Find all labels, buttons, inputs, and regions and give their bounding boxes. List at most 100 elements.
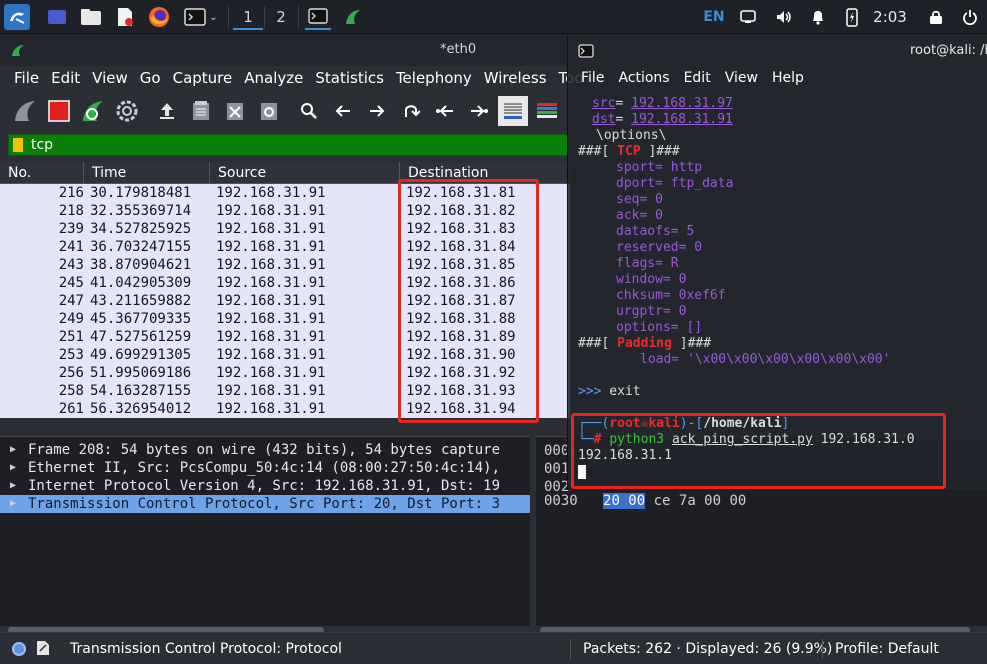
cell-time: 36.703247155 (90, 239, 192, 255)
taskbar-divider (264, 6, 265, 28)
edit-comment-icon[interactable] (36, 640, 50, 660)
expand-arrow-icon[interactable]: ▶ (10, 477, 16, 495)
menu-wireless[interactable]: Wireless (478, 66, 553, 90)
display-filter-bar[interactable]: tcp (8, 134, 568, 156)
column-source[interactable]: Source (210, 162, 400, 184)
go-back-arrow-icon[interactable] (328, 96, 358, 126)
menu-statistics[interactable]: Statistics (309, 66, 390, 90)
line-chksum: chksum= 0xef6f (616, 288, 726, 303)
show-desktop-icon[interactable] (44, 4, 70, 30)
power-icon[interactable] (958, 0, 982, 34)
start-capture-fin-icon[interactable] (10, 96, 40, 126)
firefox-icon[interactable] (146, 4, 172, 30)
cell-no: 247 (58, 293, 84, 309)
chevron-down-icon[interactable]: ⌄ (209, 12, 217, 23)
cell-source: 192.168.31.91 (216, 257, 326, 273)
detail-ethernet[interactable]: ▶ Ethernet II, Src: PcsCompu_50:4c:14 (08… (0, 459, 530, 477)
taskbar-wireshark-window[interactable] (340, 4, 366, 30)
line-urgptr: urgptr= 0 (616, 304, 687, 319)
cell-source: 192.168.31.91 (216, 311, 326, 327)
last-packet-icon[interactable] (464, 96, 494, 126)
terminal-launcher-icon[interactable]: ⌄ (180, 4, 222, 30)
taskbar-divider (228, 6, 229, 28)
volume-icon[interactable] (772, 0, 796, 34)
line-tcp-layer: ###[ TCP ]### (578, 144, 680, 160)
layer-bracket: ]### (640, 144, 680, 159)
colorize-icon[interactable] (532, 96, 562, 126)
expand-arrow-icon[interactable]: ▶ (10, 495, 16, 513)
expand-arrow-icon[interactable]: ▶ (10, 459, 16, 477)
cell-source: 192.168.31.91 (216, 221, 326, 237)
workspace-1[interactable]: 1 (233, 4, 263, 30)
status-packet-count: Packets: 262 · Displayed: 26 (9.9%) (583, 641, 833, 657)
close-file-icon[interactable] (220, 96, 250, 126)
go-forward-arrow-icon[interactable] (362, 96, 392, 126)
file-manager-icon[interactable] (78, 4, 104, 30)
term-menu-view[interactable]: View (718, 68, 765, 88)
python-command: exit (601, 384, 641, 399)
detail-frame[interactable]: ▶ Frame 208: 54 bytes on wire (432 bits),… (0, 441, 530, 459)
hex-bytes: ce 7a 00 00 (645, 493, 747, 509)
line-load: load= '\x00\x00\x00\x00\x00\x00' (640, 352, 891, 367)
taskbar-terminal-window[interactable] (305, 4, 331, 30)
cell-no: 256 (58, 365, 84, 381)
lock-icon[interactable] (924, 0, 948, 34)
capture-options-gear-icon[interactable] (112, 96, 142, 126)
term-menu-file[interactable]: File (574, 68, 611, 88)
detail-tcp-selected[interactable]: ▶ Transmission Control Protocol, Src Port… (0, 495, 530, 513)
menu-analyze[interactable]: Analyze (238, 66, 309, 90)
cell-source: 192.168.31.91 (216, 401, 326, 417)
auto-scroll-icon[interactable] (498, 96, 528, 126)
kali-menu-icon[interactable] (4, 4, 30, 30)
expand-arrow-icon[interactable]: ▶ (10, 441, 16, 459)
column-time[interactable]: Time (84, 162, 210, 184)
term-menu-edit[interactable]: Edit (677, 68, 718, 88)
menu-capture[interactable]: Capture (167, 66, 239, 90)
find-packet-search-icon[interactable] (294, 96, 324, 126)
python-prompt: >>> (578, 384, 602, 399)
hex-offset: 000 (544, 443, 570, 459)
clock[interactable]: 2:03 (868, 0, 912, 34)
menu-edit[interactable]: Edit (45, 66, 86, 90)
display-filter-input[interactable]: tcp (31, 137, 53, 153)
workspace-2[interactable]: 2 (266, 4, 296, 30)
status-profile[interactable]: Profile: Default (835, 641, 939, 657)
text-editor-icon[interactable] (112, 4, 138, 30)
line-dport: dport= ftp_data (616, 176, 734, 191)
cell-no: 243 (58, 257, 84, 273)
stop-capture-icon[interactable] (44, 96, 74, 126)
expert-info-icon[interactable] (12, 642, 26, 656)
battery-charging-icon[interactable] (840, 0, 864, 34)
go-to-packet-icon[interactable] (396, 96, 426, 126)
field-value: 192.168.31.91 (631, 112, 733, 127)
menu-file[interactable]: File (0, 66, 45, 90)
main-toolbar (0, 92, 570, 130)
term-menu-actions[interactable]: Actions (611, 68, 676, 88)
menu-view[interactable]: View (86, 66, 134, 90)
status-divider (822, 639, 823, 659)
term-menu-help[interactable]: Help (765, 68, 811, 88)
open-file-icon[interactable] (152, 96, 182, 126)
status-protocol-text: Transmission Control Protocol: Protocol (70, 641, 342, 657)
restart-capture-icon[interactable] (78, 96, 108, 126)
cell-source: 192.168.31.91 (216, 185, 326, 201)
hex-row[interactable]: 0030 20 00 ce 7a 00 00 (544, 493, 746, 509)
cell-time: 56.326954012 (90, 401, 192, 417)
layer-bracket: ###[ (578, 144, 618, 159)
first-packet-icon[interactable] (430, 96, 460, 126)
detail-ip[interactable]: ▶ Internet Protocol Version 4, Src: 192.1… (0, 477, 530, 495)
line-exit: >>> exit (578, 384, 641, 400)
cell-source: 192.168.31.91 (216, 275, 326, 291)
notification-bell-icon[interactable] (806, 0, 830, 34)
hex-selected-bytes[interactable]: 20 00 (603, 493, 646, 509)
layer-name: TCP (617, 144, 641, 159)
menu-go[interactable]: Go (134, 66, 167, 90)
display-icon[interactable] (736, 0, 760, 34)
keyboard-layout[interactable]: EN (700, 0, 728, 34)
reload-file-icon[interactable] (254, 96, 284, 126)
line-dataofs: dataofs= 5 (616, 224, 695, 239)
menu-telephony[interactable]: Telephony (390, 66, 478, 90)
bookmark-icon[interactable] (13, 138, 23, 152)
column-no[interactable]: No. (0, 162, 84, 184)
save-file-icon[interactable] (186, 96, 216, 126)
